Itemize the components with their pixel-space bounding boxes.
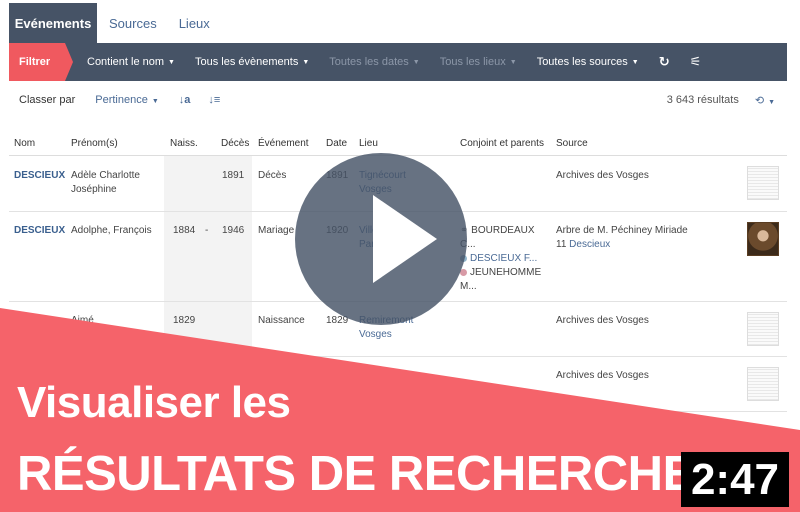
sort-dropdown[interactable]: Pertinence ▼	[95, 94, 159, 106]
refresh-icon[interactable]: ↻	[659, 54, 670, 70]
sort-descending-icon[interactable]: ↓≡	[208, 94, 220, 106]
col-conjoint[interactable]: Conjoint et parents	[460, 138, 544, 149]
filter-events-dropdown[interactable]: Tous les évènements ▼	[195, 56, 309, 68]
relative-mother[interactable]: JEUNEHOMME	[460, 266, 541, 280]
filter-bar: Filtrer Contient le nom ▼ Tous les évènem…	[9, 43, 787, 81]
relative-name: BOURDEAUX	[471, 225, 535, 236]
portrait-thumbnail[interactable]	[747, 222, 779, 256]
prenom: Joséphine	[71, 184, 117, 195]
sort-bar: Classer par Pertinence ▼ ↓a ↓≡ 3 643 résu…	[19, 92, 779, 108]
source: Arbre de M. Péchiney Miriade	[556, 225, 688, 236]
filter-name-dropdown[interactable]: Contient le nom ▼	[87, 56, 175, 68]
lieu: Vosges	[359, 329, 392, 340]
nom-link[interactable]: DESCIEUX	[14, 169, 65, 183]
tab-bar: Evénements Sources Lieux	[9, 3, 220, 44]
results-count: 3 643 résultats	[666, 94, 739, 106]
source-count-value: 11	[556, 239, 567, 250]
caret-down-icon: ▼	[768, 98, 775, 106]
evenement: Mariage	[258, 225, 295, 236]
evenement: Décès	[258, 170, 287, 181]
life-dates-shade	[164, 156, 252, 211]
filter-sources-dropdown[interactable]: Toutes les sources ▼	[537, 56, 639, 68]
source-count: 11 Descieux	[556, 238, 610, 252]
prenom: Aimé	[71, 315, 94, 326]
filter-places-label: Tous les lieux	[439, 56, 506, 68]
relative-name: JEUNEHOMME	[470, 267, 542, 278]
filter-dates-label: Toutes les dates	[329, 56, 409, 68]
filter-sources-label: Toutes les sources	[536, 56, 628, 68]
table-header: Nom Prénom(s) Naiss. Décès Événement Dat…	[9, 133, 787, 156]
relative-name: DESCIEUX F...	[470, 253, 538, 264]
naiss: 1829	[173, 315, 196, 326]
sort-ascending-icon[interactable]: ↓a	[179, 94, 191, 106]
tab-lieux[interactable]: Lieux	[167, 3, 220, 44]
col-prenoms[interactable]: Prénom(s)	[71, 138, 118, 149]
prenom: Adèle Charlotte	[71, 170, 140, 181]
caret-down-icon: ▼	[631, 58, 639, 66]
prenom: Adolphe, François	[71, 225, 152, 236]
tab-evenements[interactable]: Evénements	[9, 3, 97, 44]
filter-dates-dropdown[interactable]: Toutes les dates ▼	[329, 56, 419, 68]
history-icon: ⟲	[754, 94, 765, 107]
caret-down-icon: ▼	[151, 98, 159, 105]
col-lieu[interactable]: Lieu	[359, 138, 378, 149]
caret-down-icon: ▼	[168, 58, 175, 66]
life-dates-shade	[164, 302, 252, 356]
sort-label: Classer par	[19, 94, 76, 106]
source-link[interactable]: Descieux	[569, 239, 610, 250]
col-nom[interactable]: Nom	[14, 138, 35, 149]
col-evenement[interactable]: Événement	[258, 138, 309, 149]
col-date[interactable]: Date	[326, 138, 347, 149]
sort-selected: Pertinence	[95, 94, 148, 106]
col-naiss[interactable]: Naiss.	[170, 138, 198, 149]
source: Archives des Vosges	[556, 370, 649, 381]
sliders-icon[interactable]: ⚟	[690, 54, 702, 70]
relative-father[interactable]: DESCIEUX F...	[460, 252, 537, 266]
col-deces[interactable]: Décès	[221, 138, 249, 149]
deces: 1891	[222, 170, 245, 181]
filter-name-label: Contient le nom	[87, 56, 165, 68]
play-button[interactable]	[295, 153, 467, 325]
deces: 1946	[222, 225, 245, 236]
relative-spouse[interactable]: ⚭ BOURDEAUX	[460, 224, 535, 238]
caret-down-icon: ▼	[509, 58, 517, 66]
document-thumbnail[interactable]	[747, 367, 779, 401]
tab-sources[interactable]: Sources	[97, 3, 167, 44]
caret-down-icon: ▼	[302, 58, 310, 66]
col-source[interactable]: Source	[556, 138, 588, 149]
date-separator: -	[205, 225, 209, 236]
caret-down-icon: ▼	[412, 58, 420, 66]
evenement: Naissance	[258, 315, 305, 326]
video-title-line2: RÉSULTATS DE RECHERCHE	[17, 447, 695, 501]
naiss: 1884	[173, 225, 196, 236]
document-thumbnail[interactable]	[747, 312, 779, 346]
document-thumbnail[interactable]	[747, 166, 779, 200]
filter-places-dropdown[interactable]: Tous les lieux ▼	[440, 56, 517, 68]
filter-events-label: Tous les évènements	[194, 56, 299, 68]
video-duration: 2:47	[681, 452, 789, 507]
filter-label: Filtrer	[9, 43, 73, 81]
relative-name-cont: M...	[460, 281, 477, 292]
source: Archives des Vosges	[556, 170, 649, 181]
history-dropdown[interactable]: ⟲ ▼	[755, 94, 775, 107]
nom-link[interactable]: DESCIEUX	[14, 224, 65, 238]
video-title-line1: Visualiser les	[17, 378, 291, 427]
source: Archives des Vosges	[556, 315, 649, 326]
